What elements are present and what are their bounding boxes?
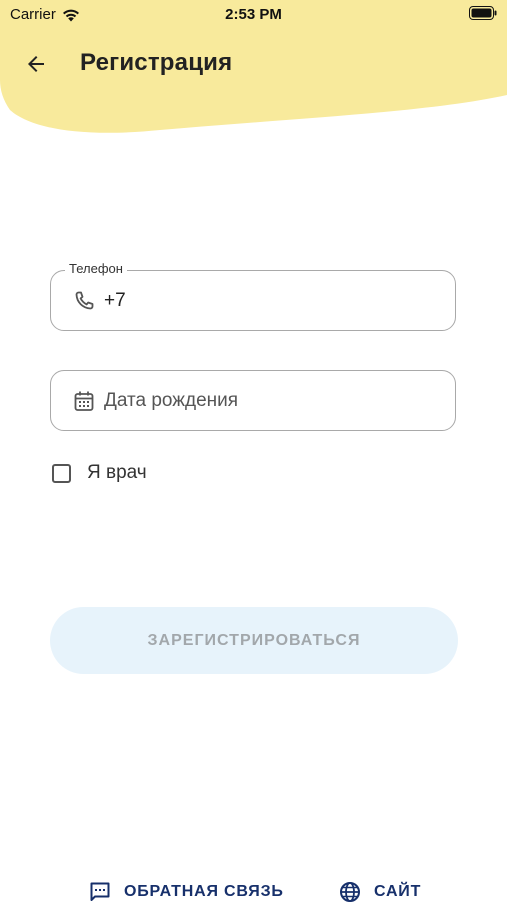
globe-icon <box>340 882 360 902</box>
birth-date-field[interactable]: Дата рождения <box>50 370 456 431</box>
app-bar: Регистрация <box>0 40 507 86</box>
site-label: САЙТ <box>374 883 422 900</box>
page-title: Регистрация <box>80 49 233 76</box>
back-button[interactable] <box>20 48 52 80</box>
doctor-checkbox-label: Я врач <box>87 462 147 483</box>
birth-date-placeholder: Дата рождения <box>104 390 239 411</box>
status-bar: Carrier 2:53 PM <box>0 0 507 28</box>
phone-input[interactable] <box>104 290 434 312</box>
phone-icon <box>71 288 97 314</box>
doctor-checkbox-row[interactable]: Я врач <box>52 460 147 486</box>
arrow-left-icon <box>28 56 44 72</box>
feedback-link[interactable]: ОБРАТНАЯ СВЯЗЬ <box>88 878 284 906</box>
message-icon <box>90 882 110 901</box>
calendar-icon <box>71 388 97 414</box>
site-link[interactable]: САЙТ <box>338 878 421 906</box>
status-time: 2:53 PM <box>225 6 282 23</box>
phone-field[interactable]: Телефон <box>50 261 456 331</box>
doctor-checkbox[interactable] <box>52 463 71 483</box>
feedback-label: ОБРАТНАЯ СВЯЗЬ <box>124 883 284 900</box>
battery-icon <box>469 6 497 24</box>
register-button[interactable]: ЗАРЕГИСТРИРОВАТЬСЯ <box>50 607 458 674</box>
phone-field-label: Телефон <box>65 261 127 276</box>
